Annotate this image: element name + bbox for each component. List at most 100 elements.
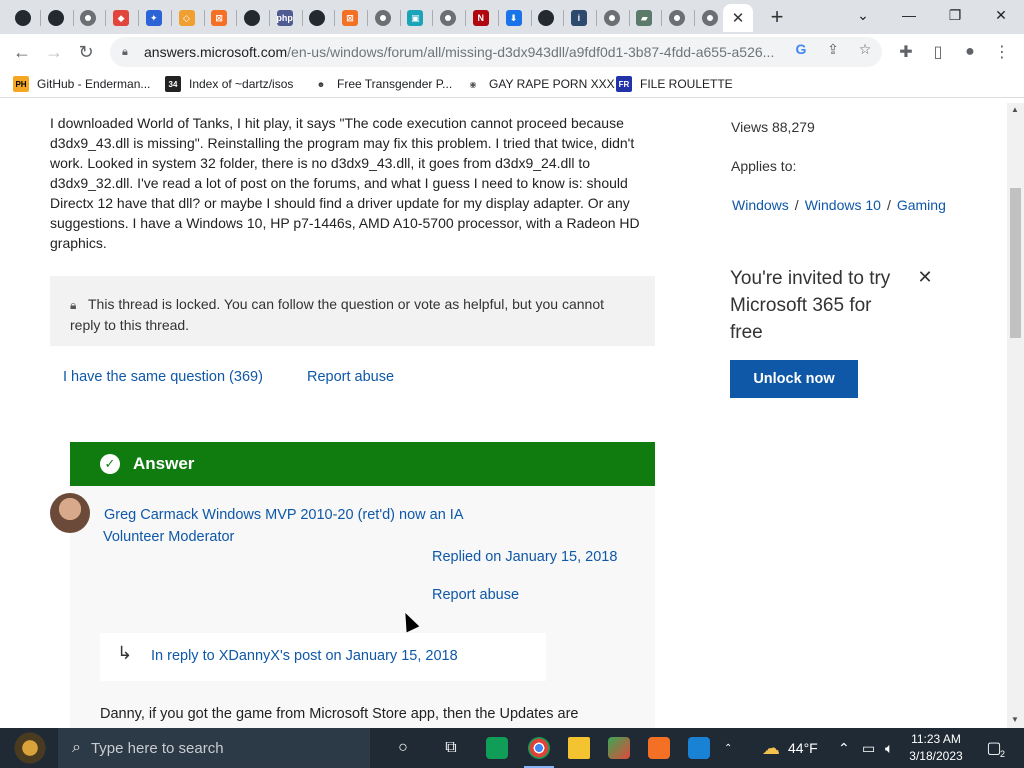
- close-window-button[interactable]: ✕: [978, 0, 1024, 30]
- locked-text: This thread is locked. You can follow th…: [70, 296, 604, 333]
- file-explorer-icon[interactable]: [565, 734, 593, 762]
- browser-tab[interactable]: ▰: [629, 4, 659, 32]
- browser-tab[interactable]: ◇: [172, 4, 202, 32]
- side-panel-icon[interactable]: ▯: [924, 38, 952, 66]
- page-scrollbar[interactable]: ▲ ▼: [1007, 103, 1024, 728]
- weather-widget[interactable]: ☁ 44°F: [762, 728, 818, 768]
- new-tab-button[interactable]: +: [765, 4, 789, 29]
- browser-tab[interactable]: ▣: [400, 4, 430, 32]
- browser-tab[interactable]: [73, 4, 103, 32]
- search-placeholder: Type here to search: [90, 739, 224, 757]
- address-bar[interactable]: 🔒︎ answers.microsoft.com/en-us/windows/f…: [110, 37, 882, 67]
- browser-tab[interactable]: ◆: [106, 4, 136, 32]
- browser-tab[interactable]: i: [564, 4, 594, 32]
- forward-button[interactable]: →: [40, 38, 68, 66]
- browser-tab[interactable]: N: [466, 4, 496, 32]
- minimize-button[interactable]: —: [886, 0, 932, 30]
- active-tab[interactable]: ✕: [723, 4, 753, 32]
- mask-icon: ☻: [313, 76, 329, 92]
- reload-button[interactable]: ↻: [72, 38, 100, 66]
- back-button[interactable]: ←: [8, 38, 36, 66]
- browser-tab[interactable]: [597, 4, 627, 32]
- chrome-icon: [603, 10, 620, 26]
- browser-toolbar: ← → ↻ 🔒︎ answers.microsoft.com/en-us/win…: [0, 34, 1024, 70]
- github-icon: [243, 10, 260, 26]
- task-view-icon[interactable]: ⧉: [437, 734, 465, 762]
- extensions-icon[interactable]: ✚: [892, 38, 920, 66]
- scroll-down-arrow-icon[interactable]: ▼: [1011, 715, 1019, 724]
- browser-tab[interactable]: php: [270, 4, 300, 32]
- restore-button[interactable]: ❐: [932, 0, 978, 30]
- menu-icon[interactable]: ⋮: [988, 38, 1016, 66]
- sheets-app-icon[interactable]: [483, 734, 511, 762]
- tab-search-icon[interactable]: ⌄: [840, 0, 886, 30]
- browser-tab[interactable]: ⬇: [499, 4, 529, 32]
- chrome-app-icon[interactable]: [525, 734, 553, 762]
- browser-tab[interactable]: [41, 4, 71, 32]
- browser-tab[interactable]: [8, 4, 38, 32]
- author-avatar[interactable]: [50, 493, 90, 533]
- browser-tab[interactable]: [368, 4, 398, 32]
- promo-close-icon[interactable]: ✕: [916, 267, 934, 287]
- close-tab-icon[interactable]: ✕: [732, 9, 745, 27]
- lock-icon[interactable]: 🔒︎: [122, 46, 134, 58]
- browser-tab[interactable]: [531, 4, 561, 32]
- crumb-windows-10[interactable]: Windows 10: [805, 197, 881, 213]
- crumb-windows[interactable]: Windows: [732, 197, 789, 213]
- question-text: I downloaded World of Tanks, I hit play,…: [50, 115, 640, 251]
- report-abuse-link[interactable]: Report abuse: [307, 369, 394, 385]
- orange-diamond-icon: ◇: [178, 10, 195, 26]
- browser-tab[interactable]: [237, 4, 267, 32]
- browser-tab[interactable]: [695, 4, 725, 32]
- views-count: Views 88,279: [731, 119, 815, 135]
- share-icon[interactable]: ⇪: [823, 39, 843, 59]
- browser-tab[interactable]: [662, 4, 692, 32]
- answer-label: Answer: [133, 454, 195, 473]
- bookmark-item[interactable]: 34 Index of ~dartz/isos: [165, 74, 293, 94]
- network-icon[interactable]: ▭: [862, 728, 875, 768]
- scrollbar-thumb[interactable]: [1010, 188, 1021, 338]
- bookmark-item[interactable]: PH GitHub - Enderman...: [13, 74, 150, 94]
- unlock-now-button[interactable]: Unlock now: [730, 360, 858, 398]
- scroll-up-arrow-icon[interactable]: ▲: [1011, 105, 1019, 114]
- in-reply-link[interactable]: In reply to XDannyX's post on January 15…: [151, 648, 458, 664]
- browser-tab[interactable]: ⊠: [204, 4, 234, 32]
- remote-app-icon[interactable]: [685, 734, 713, 762]
- chrome-icon: [374, 10, 391, 26]
- browser-tab[interactable]: [433, 4, 463, 32]
- crumb-separator: /: [794, 197, 799, 213]
- bookmark-star-icon[interactable]: ☆: [855, 39, 875, 59]
- url-path: /en-us/windows/forum/all/missing-d3dx943…: [287, 44, 775, 60]
- replied-date-link[interactable]: Replied on January 15, 2018: [432, 549, 617, 565]
- chrome-icon: [669, 10, 685, 26]
- bookmark-item[interactable]: ◉ GAY RAPE PORN XXX: [465, 74, 615, 94]
- google-icon[interactable]: G: [791, 39, 811, 59]
- browser-tab[interactable]: ⊠: [335, 4, 365, 32]
- profile-icon[interactable]: ●: [956, 38, 984, 66]
- same-question-link[interactable]: I have the same question (369): [63, 369, 263, 385]
- bookmark-item[interactable]: FR FILE ROULETTE: [616, 74, 733, 94]
- volume-icon[interactable]: 🔈︎: [885, 728, 893, 768]
- notification-icon[interactable]: ▢ 2: [982, 736, 1006, 760]
- bookmark-label: FILE ROULETTE: [640, 77, 733, 91]
- taskbar-search-box[interactable]: ⌕ Type here to search: [58, 728, 370, 768]
- bookmark-item[interactable]: ☻ Free Transgender P...: [313, 74, 452, 94]
- show-hidden-icons[interactable]: ⌃: [838, 728, 850, 768]
- taskbar-clock[interactable]: 11:23 AM 3/18/2023: [905, 731, 967, 765]
- teal-app-icon: ▣: [407, 10, 424, 26]
- taskbar-scroll-icon[interactable]: ⌃: [724, 728, 732, 768]
- author-name-link[interactable]: Greg Carmack Windows MVP 2010-20 (ret'd)…: [104, 507, 464, 523]
- start-button[interactable]: [10, 732, 50, 764]
- cortana-icon[interactable]: ○: [389, 734, 417, 762]
- browser-tab[interactable]: [302, 4, 332, 32]
- php-icon: php: [276, 10, 293, 26]
- resource-hacker-icon[interactable]: [605, 734, 633, 762]
- xampp-app-icon[interactable]: [645, 734, 673, 762]
- browser-tab[interactable]: ✦: [139, 4, 169, 32]
- locked-notice: 🔒︎ This thread is locked. You can follow …: [50, 276, 655, 346]
- answer-header: ✓ Answer: [70, 442, 655, 486]
- reply-arrow-icon: ↳: [117, 643, 133, 663]
- crumb-gaming[interactable]: Gaming: [897, 197, 946, 213]
- answer-report-abuse-link[interactable]: Report abuse: [432, 587, 519, 603]
- netflix-icon: N: [472, 10, 489, 26]
